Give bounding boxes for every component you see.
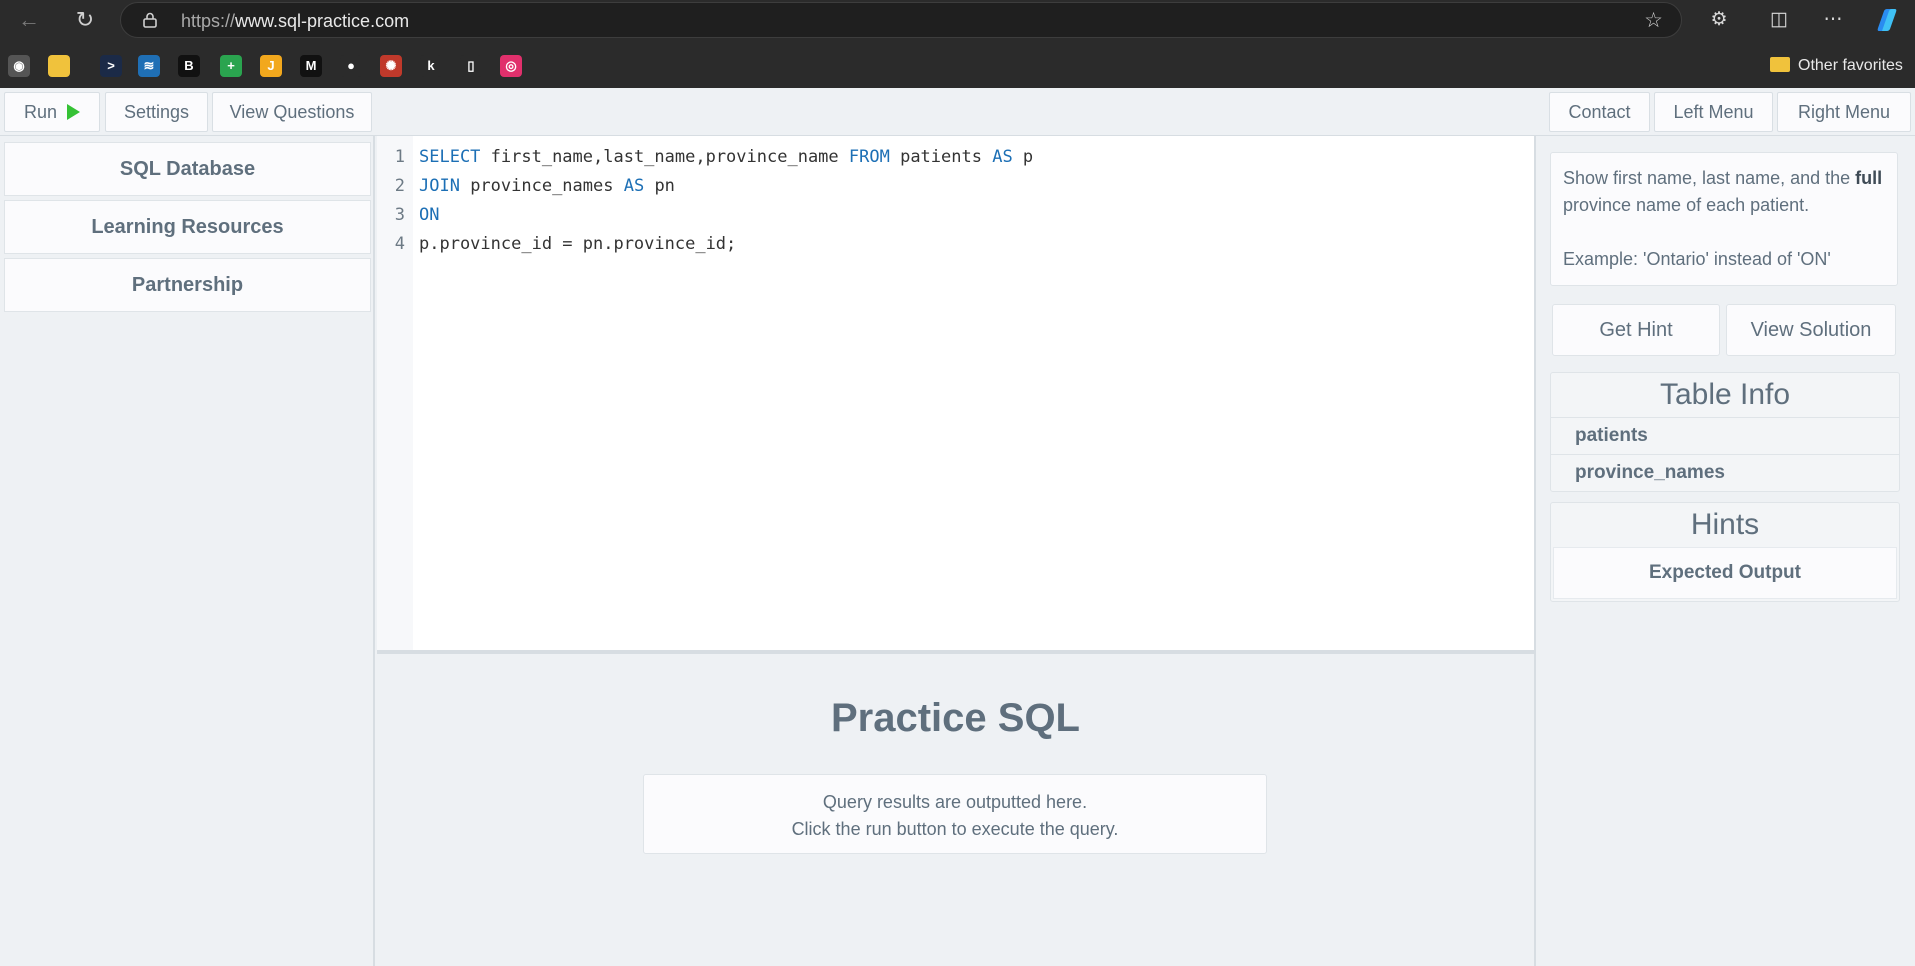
expected-output-button[interactable]: Expected Output: [1553, 547, 1897, 599]
github-icon[interactable]: ●: [340, 55, 362, 77]
podcast-icon[interactable]: ◉: [8, 55, 30, 77]
results-title: Practice SQL: [830, 696, 1080, 740]
left-sidebar: SQL Database Learning Resources Partners…: [0, 136, 375, 966]
j-logo-icon[interactable]: J: [260, 55, 282, 77]
split-screen-icon[interactable]: ◫: [1764, 6, 1794, 34]
back-icon[interactable]: ←: [14, 6, 44, 34]
sidebar-item-partnership[interactable]: Partnership: [4, 258, 371, 312]
question-example: Example: 'Ontario' instead of 'ON': [1563, 249, 1831, 269]
table-info-panel: Table Info patients province_names: [1550, 372, 1900, 492]
line-number: 1: [394, 147, 405, 167]
view-questions-button[interactable]: View Questions: [212, 92, 372, 132]
contact-button[interactable]: Contact: [1549, 92, 1650, 132]
address-row: ← ↻ https://www.sql-practice.com ☆ ⚙ ◫ ⋯: [0, 0, 1915, 40]
line-number-gutter: 1 2 3 4: [377, 136, 413, 650]
terminal-icon[interactable]: >: [100, 55, 122, 77]
folder-icon: [1770, 57, 1790, 72]
play-icon: [67, 104, 81, 120]
question-text-cont: province name of each patient.: [1563, 195, 1810, 215]
table-info-title: Table Info: [1659, 378, 1791, 411]
refresh-icon[interactable]: ↻: [70, 6, 100, 34]
view-solution-button[interactable]: View Solution: [1726, 304, 1896, 356]
results-panel: Practice SQL Query results are outputted…: [377, 654, 1534, 966]
hints-title: Hints: [1690, 508, 1760, 541]
folder-icon[interactable]: [48, 55, 70, 77]
line-number: 2: [394, 176, 405, 196]
run-button[interactable]: Run: [4, 92, 100, 132]
instagram-icon[interactable]: ◎: [500, 55, 522, 77]
k-logo-icon[interactable]: k: [420, 55, 442, 77]
other-favorites[interactable]: Other favorites: [1770, 54, 1903, 78]
results-line-1: Query results are outputted here.: [822, 792, 1088, 812]
question-bold-text: full: [1855, 168, 1883, 188]
question-box: Show first name, last name, and the full…: [1550, 152, 1898, 286]
more-icon[interactable]: ⋯: [1818, 6, 1848, 34]
sidebar-item-sql-database[interactable]: SQL Database: [4, 142, 371, 196]
b-logo-icon[interactable]: B: [178, 55, 200, 77]
code-line: JOIN province_names AS pn: [419, 176, 675, 196]
favorite-star-icon[interactable]: ☆: [1644, 8, 1663, 33]
url-text: https://www.sql-practice.com: [181, 11, 410, 31]
address-bar[interactable]: https://www.sql-practice.com ☆: [120, 2, 1682, 38]
get-hint-button[interactable]: Get Hint: [1552, 304, 1720, 356]
copilot-icon[interactable]: [1872, 6, 1902, 34]
results-line-2: Click the run button to execute the quer…: [791, 819, 1119, 839]
code-line: ON: [419, 205, 440, 225]
settings-button[interactable]: Settings: [105, 92, 208, 132]
line-number: 4: [394, 234, 405, 254]
right-panel: Show first name, last name, and the full…: [1534, 136, 1915, 966]
lock-icon: [143, 12, 157, 28]
line-number: 3: [394, 205, 405, 225]
sidebar-item-learning-resources[interactable]: Learning Resources: [4, 200, 371, 254]
table-item-province-names[interactable]: province_names: [1551, 454, 1899, 491]
results-placeholder: Query results are outputted here. Click …: [643, 774, 1267, 854]
browser-chrome: ← ↻ https://www.sql-practice.com ☆ ⚙ ◫ ⋯…: [0, 0, 1915, 88]
hints-panel: Hints Expected Output: [1550, 502, 1900, 602]
medium-icon[interactable]: M: [300, 55, 322, 77]
sql-editor[interactable]: 1 2 3 4 SELECT first_name,last_name,prov…: [377, 136, 1534, 654]
plus-square-icon[interactable]: +: [220, 55, 242, 77]
extensions-icon[interactable]: ⚙: [1704, 6, 1734, 34]
code-line: SELECT first_name,last_name,province_nam…: [419, 147, 1034, 167]
app-toolbar: Run Settings View Questions Contact Left…: [0, 88, 1915, 136]
dots-icon[interactable]: ✺: [380, 55, 402, 77]
layers-icon[interactable]: ≋: [138, 55, 160, 77]
table-item-patients[interactable]: patients: [1551, 417, 1899, 454]
left-menu-button[interactable]: Left Menu: [1654, 92, 1773, 132]
favorites-bar: Other favorites ◉ > ≋ B + J M ● ✺ k ▯ ◎: [0, 48, 1915, 82]
run-label: Run: [23, 102, 58, 122]
document-icon[interactable]: ▯: [460, 55, 482, 77]
code-line: p.province_id = pn.province_id;: [419, 234, 737, 254]
right-menu-button[interactable]: Right Menu: [1777, 92, 1911, 132]
question-text: Show first name, last name, and the: [1563, 168, 1851, 188]
